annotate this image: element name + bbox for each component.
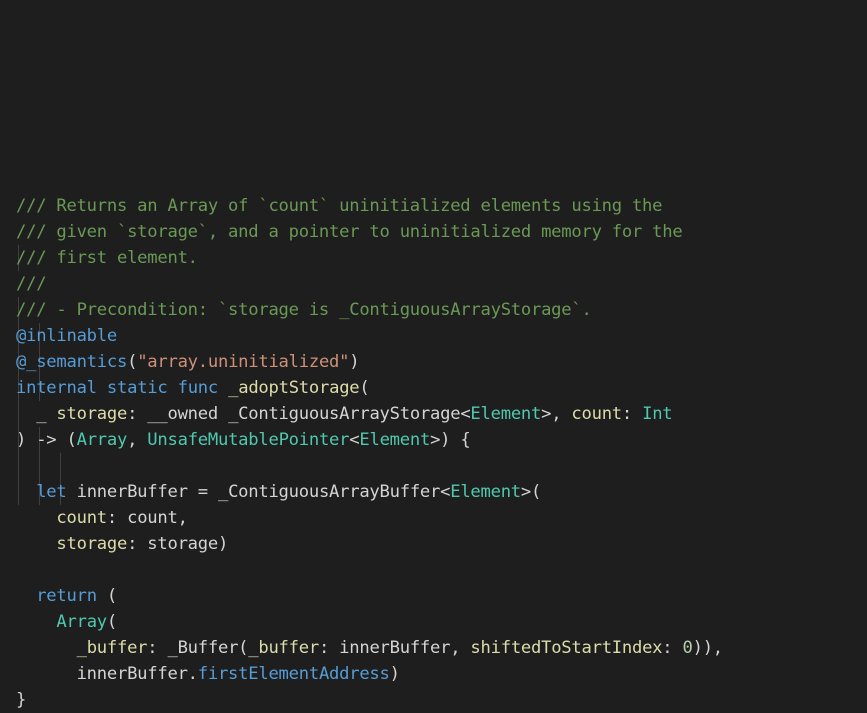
- code-token-type: Element: [470, 404, 542, 424]
- code-line[interactable]: [16, 557, 723, 583]
- code-token-keyword: let: [36, 482, 67, 502]
- code-token-keyword: return: [36, 586, 97, 606]
- code-token-plain: (: [127, 352, 138, 372]
- code-token-plain: : innerBuffer,: [318, 638, 471, 658]
- code-line[interactable]: storage: storage): [16, 531, 723, 557]
- code-token-plain: : storage): [127, 534, 229, 554]
- code-token-type: Array: [56, 612, 107, 632]
- code-token-param: count: [571, 404, 622, 424]
- code-line[interactable]: /// first element.: [16, 245, 723, 271]
- code-token-string: "array.uninitialized": [137, 352, 350, 372]
- code-token-func: _adoptStorage: [228, 378, 360, 398]
- code-token-keyword: internal: [16, 378, 97, 398]
- code-token-param: _buffer: [76, 638, 148, 658]
- code-line[interactable]: @_semantics("array.uninitialized"): [16, 349, 723, 375]
- code-line[interactable]: /// given `storage`, and a pointer to un…: [16, 219, 723, 245]
- code-token-plain: (: [106, 612, 118, 632]
- code-token-plain: >) {: [430, 430, 471, 450]
- code-token-type: Element: [359, 430, 431, 450]
- code-line[interactable]: ///: [16, 271, 723, 297]
- code-token-plain: (: [96, 586, 117, 606]
- code-token-plain: : _Buffer(: [147, 638, 249, 658]
- code-block[interactable]: /// Returns an Array of `count` uninitia…: [16, 11, 723, 713]
- code-line[interactable]: count: count,: [16, 505, 723, 531]
- code-line[interactable]: Array(: [16, 609, 723, 635]
- code-token-plain: innerBuffer = _ContiguousArrayBuffer<: [66, 482, 451, 502]
- code-token-number: 0: [682, 638, 693, 658]
- code-token-attr: @_semantics: [16, 352, 128, 372]
- code-line[interactable]: let innerBuffer = _ContiguousArrayBuffer…: [16, 479, 723, 505]
- code-token-type: Int: [642, 404, 673, 424]
- code-line[interactable]: innerBuffer.firstElementAddress): [16, 661, 723, 687]
- code-token-plain: ): [349, 352, 360, 372]
- code-token-plain: :: [662, 638, 683, 658]
- code-token-plain: >(: [520, 482, 542, 502]
- code-token-plain: }: [16, 690, 27, 710]
- code-token-param: storage: [56, 404, 128, 424]
- code-line[interactable]: /// Returns an Array of `count` uninitia…: [16, 193, 723, 219]
- code-token-keyword: func: [177, 378, 219, 398]
- code-token-plain: _: [16, 404, 57, 424]
- code-line[interactable]: _ storage: __owned _ContiguousArrayStora…: [16, 401, 723, 427]
- code-line[interactable]: [16, 453, 723, 479]
- code-token-comment: /// - Precondition: `storage is _Contigu…: [16, 300, 592, 320]
- code-token-param: shiftedToStartIndex: [470, 638, 663, 658]
- code-token-plain: ,: [127, 430, 148, 450]
- code-editor[interactable]: /// Returns an Array of `count` uninitia…: [0, 0, 867, 710]
- code-token-plain: )),: [692, 638, 724, 658]
- code-token-comment: /// Returns an Array of `count` uninitia…: [16, 196, 663, 216]
- code-token-comment: ///: [16, 274, 47, 294]
- code-token-plain: ) -> (: [16, 430, 77, 450]
- code-token-type: UnsafeMutablePointer: [147, 430, 350, 450]
- code-token-plain: : __owned _ContiguousArrayStorage<: [127, 404, 471, 424]
- code-token-plain: innerBuffer.: [16, 664, 198, 684]
- code-token-plain: : count,: [106, 508, 188, 528]
- code-line[interactable]: @inlinable: [16, 323, 723, 349]
- code-token-plain: ): [389, 664, 400, 684]
- code-token-comment: /// first element.: [16, 248, 198, 268]
- code-token-param: count: [56, 508, 107, 528]
- code-line[interactable]: }: [16, 687, 723, 713]
- code-token-plain: :: [621, 404, 643, 424]
- code-token-comment: /// given `storage`, and a pointer to un…: [16, 222, 683, 242]
- code-token-plain: <: [349, 430, 360, 450]
- code-token-param: storage: [56, 534, 128, 554]
- code-token-plain: (: [359, 378, 370, 398]
- code-token-type: Element: [450, 482, 521, 502]
- code-line[interactable]: return (: [16, 583, 723, 609]
- code-token-keyword: static: [106, 378, 168, 398]
- code-line[interactable]: /// - Precondition: `storage is _Contigu…: [16, 297, 723, 323]
- code-token-attr: @inlinable: [16, 326, 117, 346]
- code-line[interactable]: ) -> (Array, UnsafeMutablePointer<Elemen…: [16, 427, 723, 453]
- code-token-type: Array: [76, 430, 128, 450]
- code-token-prop: firstElementAddress: [197, 664, 390, 684]
- code-token-param: _buffer: [248, 638, 319, 658]
- code-token-plain: >,: [541, 404, 572, 424]
- code-line[interactable]: internal static func _adoptStorage(: [16, 375, 723, 401]
- code-line[interactable]: _buffer: _Buffer(_buffer: innerBuffer, s…: [16, 635, 724, 661]
